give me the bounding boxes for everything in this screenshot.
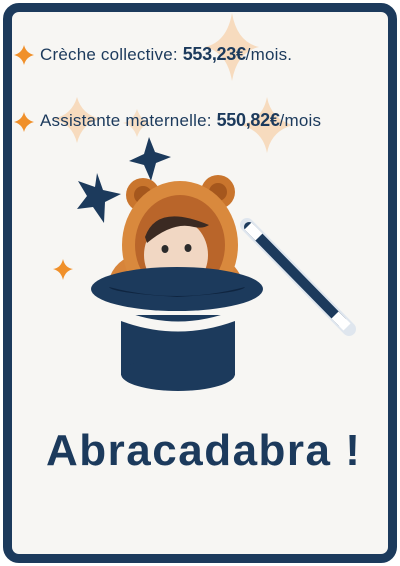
headline: Abracadabra ! xyxy=(46,426,362,475)
item-unit: /mois xyxy=(279,111,322,130)
sparkle-icon xyxy=(14,112,34,132)
sparkle-icon xyxy=(14,45,34,65)
magic-wand-icon xyxy=(240,218,356,336)
item-label: Assistante maternelle: xyxy=(40,111,217,130)
sparkle-icon xyxy=(53,259,73,280)
item-price: 553,23€ xyxy=(182,44,246,64)
item-label: Crèche collective: xyxy=(40,45,183,64)
item-price: 550,82€ xyxy=(216,110,280,130)
item-assistante-maternelle: Assistante maternelle: 550,82€/mois xyxy=(40,110,321,131)
magician-hat-icon xyxy=(91,267,263,391)
item-unit: /mois. xyxy=(245,45,293,64)
star-icon xyxy=(129,137,171,181)
decorations xyxy=(53,13,356,391)
item-creche-collective: Crèche collective: 553,23€/mois. xyxy=(40,44,292,65)
star-icon xyxy=(77,173,121,223)
